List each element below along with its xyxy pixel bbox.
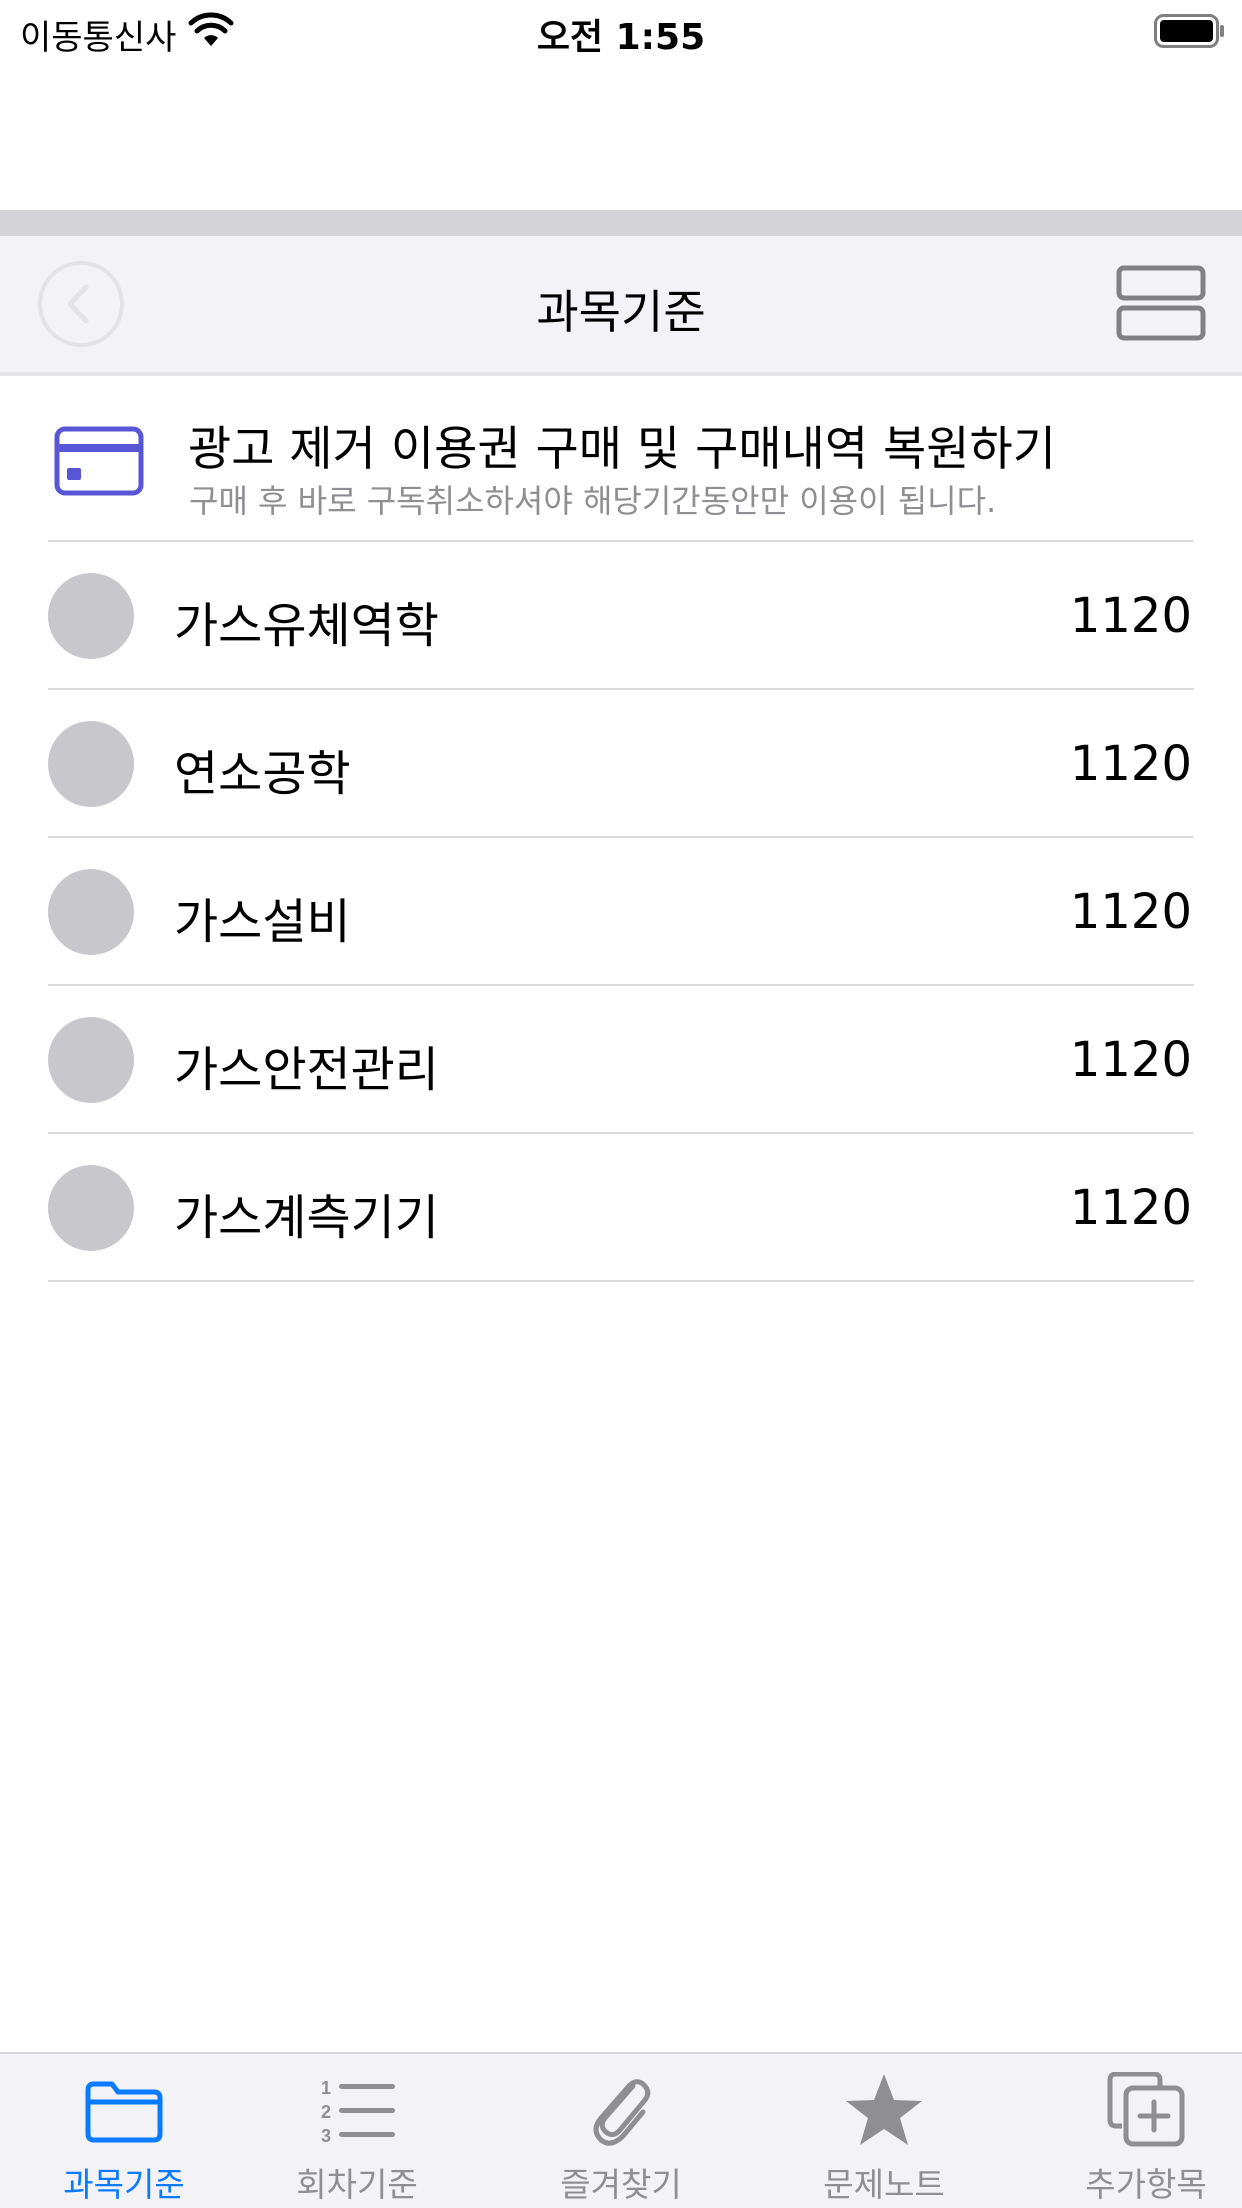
subject-name: 가스설비	[174, 894, 351, 950]
status-clock: 오전 1:55	[536, 17, 706, 58]
svg-text:3: 3	[321, 2126, 331, 2146]
question-count: 1120	[1069, 1032, 1192, 1088]
layout-toggle-icon[interactable]	[1116, 264, 1206, 344]
status-bar: 이동통신사 오전 1:55	[0, 0, 1242, 62]
tab-round[interactable]: 1 2 3 회차기준	[233, 2054, 481, 2208]
tab-label: 즐겨찾기	[560, 2165, 682, 2204]
list-item[interactable]: 가스계측기기 1120	[0, 1134, 1242, 1282]
subject-list: 가스유체역학 1120 연소공학 1120 가스설비 1120 가스안전관리 1…	[0, 542, 1242, 1282]
divider	[48, 1280, 1194, 1282]
paperclip-icon	[593, 2079, 651, 2146]
ad-removal-subtitle: 구매 후 바로 구독취소하셔야 해당기간동안만 이용이 됩니다.	[189, 482, 997, 520]
status-dot	[48, 869, 134, 955]
header-divider-band	[0, 210, 1242, 236]
tab-bar: 과목기준 1 2 3 회차기준 즐겨찾기 문제노트 추가항목	[0, 2052, 1242, 2208]
status-dot	[48, 1165, 134, 1251]
star-icon	[846, 2074, 922, 2145]
list-item[interactable]: 가스유체역학 1120	[0, 542, 1242, 690]
subject-name: 연소공학	[174, 746, 351, 802]
tab-subject[interactable]: 과목기준	[0, 2054, 248, 2208]
question-count: 1120	[1069, 588, 1192, 644]
tab-problem-note[interactable]: 문제노트	[760, 2054, 1008, 2208]
tab-label: 문제노트	[823, 2165, 945, 2204]
page-title: 과목기준	[536, 285, 706, 339]
list-item[interactable]: 가스안전관리 1120	[0, 986, 1242, 1134]
ad-removal-row[interactable]: 광고 제거 이용권 구매 및 구매내역 복원하기 구매 후 바로 구독취소하셔야…	[0, 380, 1242, 542]
question-count: 1120	[1069, 1180, 1192, 1236]
list-item[interactable]: 가스설비 1120	[0, 838, 1242, 986]
subject-name: 가스계측기기	[174, 1190, 439, 1246]
subject-name: 가스유체역학	[174, 598, 439, 654]
credit-card-icon	[54, 426, 144, 496]
add-copy-icon	[1107, 2072, 1185, 2147]
battery-icon	[1154, 14, 1224, 48]
question-count: 1120	[1069, 884, 1192, 940]
tab-favorites[interactable]: 즐겨찾기	[497, 2054, 745, 2208]
tab-label: 추가항목	[1085, 2165, 1207, 2204]
tab-label: 과목기준	[63, 2165, 185, 2204]
svg-text:2: 2	[321, 2102, 331, 2122]
ad-removal-title: 광고 제거 이용권 구매 및 구매내역 복원하기	[188, 422, 1056, 477]
numbered-list-icon: 1 2 3	[321, 2078, 395, 2146]
status-dot	[48, 721, 134, 807]
tab-additional[interactable]: 추가항목	[1022, 2054, 1242, 2208]
tab-label: 회차기준	[296, 2165, 418, 2204]
question-count: 1120	[1069, 736, 1192, 792]
navigation-bar: 과목기준	[0, 236, 1242, 376]
svg-text:1: 1	[321, 2078, 331, 2098]
subject-name: 가스안전관리	[174, 1042, 439, 1098]
status-dot	[48, 573, 134, 659]
folder-icon	[85, 2081, 163, 2143]
list-item[interactable]: 연소공학 1120	[0, 690, 1242, 838]
status-dot	[48, 1017, 134, 1103]
